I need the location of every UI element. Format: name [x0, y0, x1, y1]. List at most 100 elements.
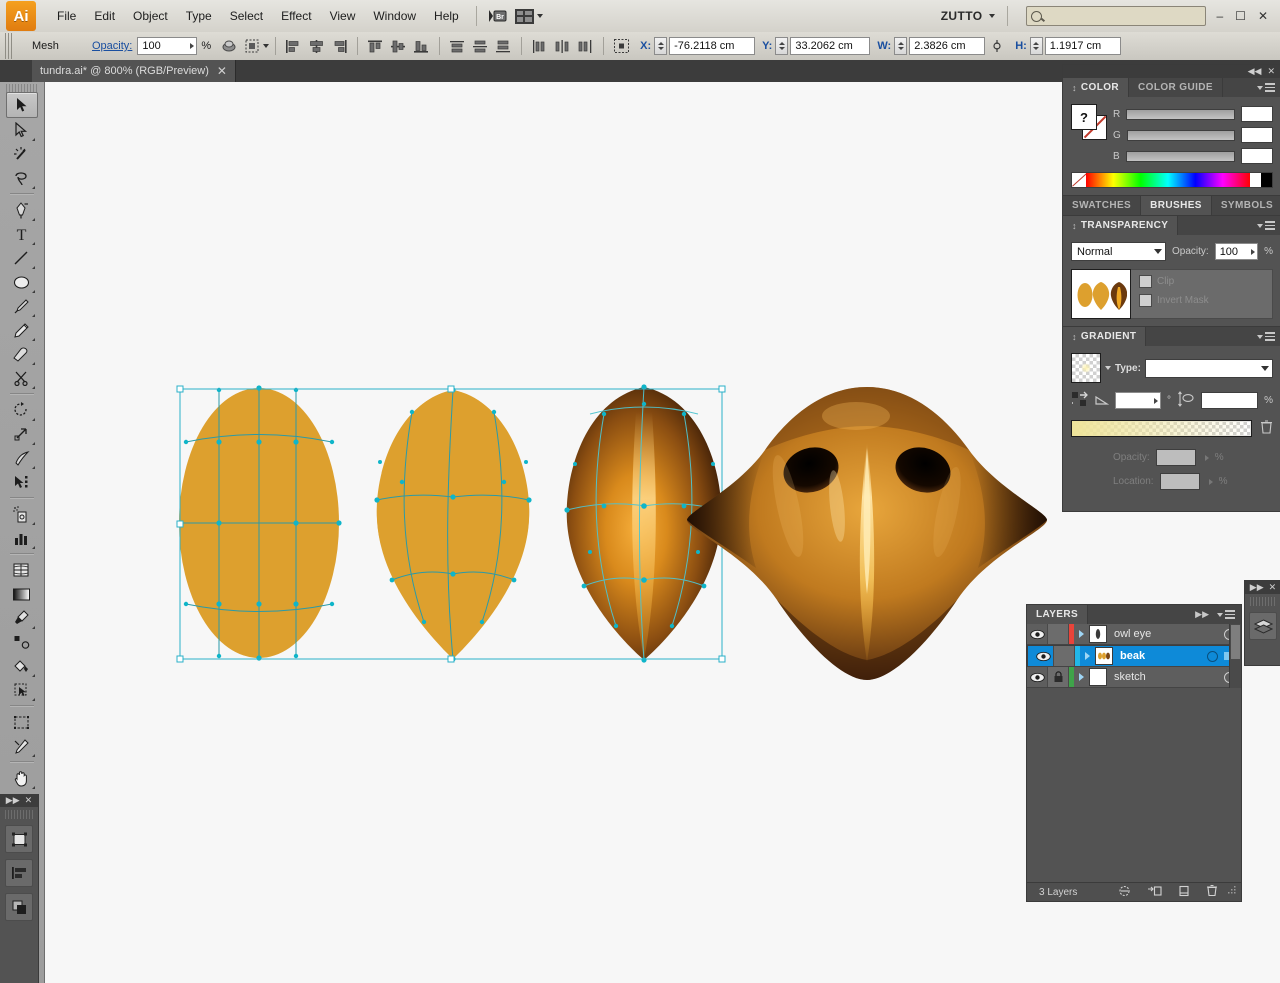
isolate-blending-icon[interactable]	[241, 36, 262, 57]
x-stepper[interactable]	[654, 37, 668, 55]
width-tool[interactable]	[6, 446, 36, 470]
tab-brushes[interactable]: BRUSHES	[1141, 196, 1212, 215]
create-sublayer-icon[interactable]	[1139, 885, 1170, 900]
document-tab[interactable]: tundra.ai* @ 800% (RGB/Preview) ✕	[32, 60, 236, 82]
visibility-toggle-icon[interactable]	[1027, 629, 1047, 640]
maximize-button[interactable]: ☐	[1235, 9, 1246, 23]
tab-swatches[interactable]: SWATCHES	[1063, 196, 1142, 215]
resize-grip-icon[interactable]	[1228, 886, 1241, 898]
tab-symbols[interactable]: SYMBOLS	[1211, 196, 1280, 215]
menu-edit[interactable]: Edit	[85, 5, 124, 27]
close-button[interactable]: ✕	[1258, 9, 1268, 23]
distribute-left-button[interactable]	[529, 36, 550, 57]
control-bar-grip[interactable]	[5, 33, 13, 59]
live-paint-bucket-tool[interactable]	[6, 654, 36, 678]
workspace-switcher[interactable]: ZUTTO	[937, 7, 1000, 25]
align-bottom-button[interactable]	[411, 36, 432, 57]
h-field[interactable]: 1.1917 cm	[1044, 37, 1121, 55]
pen-tool[interactable]	[6, 198, 36, 222]
opacity-field[interactable]: 100	[137, 37, 198, 55]
eyedropper-tool[interactable]	[6, 606, 36, 630]
artboard-tool[interactable]	[6, 710, 36, 734]
collapse-dock-icon[interactable]: ◀◀	[1248, 66, 1262, 77]
expand-layer-icon[interactable]	[1079, 630, 1084, 638]
clip-option[interactable]: Clip	[1139, 275, 1272, 288]
gradient-preview-swatch[interactable]	[1071, 353, 1101, 383]
layer-name[interactable]: sketch	[1107, 671, 1224, 683]
menu-type[interactable]: Type	[177, 5, 221, 27]
final-beak-render[interactable]	[687, 387, 1047, 680]
menu-effect[interactable]: Effect	[272, 5, 320, 27]
lock-icon[interactable]	[1047, 667, 1069, 687]
type-tool[interactable]: T	[6, 222, 36, 246]
expand-dock-icon[interactable]: ▶▶	[1250, 582, 1264, 593]
layer-name[interactable]: beak	[1113, 650, 1207, 662]
close-icon[interactable]: ✕	[217, 65, 227, 77]
align-middle-vertical-button[interactable]	[388, 36, 409, 57]
layers-panel-menu-icon[interactable]: ▶▶	[1195, 605, 1241, 624]
distribute-center-horizontal-button[interactable]	[552, 36, 573, 57]
channel-value-b[interactable]	[1241, 148, 1273, 164]
y-stepper[interactable]	[775, 37, 789, 55]
visibility-toggle-icon[interactable]	[1027, 672, 1047, 683]
layers-stack-icon[interactable]	[1249, 612, 1277, 640]
minimize-button[interactable]: –	[1216, 9, 1223, 23]
live-paint-selection-tool[interactable]	[6, 678, 36, 702]
right-dock-grip[interactable]	[1250, 597, 1276, 606]
artboards-icon[interactable]	[5, 825, 33, 853]
visibility-toggle-icon[interactable]	[1033, 651, 1053, 662]
w-field[interactable]: 2.3826 cm	[909, 37, 986, 55]
target-circle-icon[interactable]	[1207, 650, 1218, 662]
symbol-sprayer-tool[interactable]	[6, 502, 36, 526]
layer-row-beak[interactable]: beak	[1027, 645, 1241, 667]
pathfinder-icon[interactable]	[5, 893, 33, 921]
column-graph-tool[interactable]	[6, 526, 36, 550]
distribute-center-vertical-button[interactable]	[470, 36, 491, 57]
expand-layer-icon[interactable]	[1085, 652, 1090, 660]
align-right-button[interactable]	[329, 36, 350, 57]
invert-mask-option[interactable]: Invert Mask	[1139, 294, 1272, 307]
free-transform-tool[interactable]	[6, 470, 36, 494]
tab-gradient[interactable]: ↕ GRADIENT	[1063, 327, 1147, 346]
lasso-tool[interactable]	[6, 166, 36, 190]
align-top-button[interactable]	[365, 36, 386, 57]
slice-tool[interactable]	[6, 734, 36, 758]
distribute-right-button[interactable]	[575, 36, 596, 57]
transparency-opacity-field[interactable]: 100	[1214, 243, 1259, 260]
hand-tool[interactable]	[6, 766, 36, 790]
delete-layer-icon[interactable]	[1198, 884, 1228, 900]
expand-dock-icon[interactable]: ▶▶	[6, 795, 20, 806]
gradient-aspect-field[interactable]	[1201, 392, 1259, 409]
opacity-label[interactable]: Opacity:	[92, 40, 132, 52]
layer-row-owl-eye[interactable]: owl eye	[1027, 624, 1241, 645]
channel-slider-r[interactable]	[1126, 108, 1235, 120]
distribute-bottom-button[interactable]	[493, 36, 514, 57]
lock-toggle[interactable]	[1047, 624, 1069, 644]
tab-color[interactable]: ↕ COLOR	[1063, 78, 1130, 97]
layer-name[interactable]: owl eye	[1107, 628, 1224, 640]
layers-scrollbar[interactable]	[1229, 624, 1241, 688]
blend-mode-select[interactable]: Normal	[1071, 242, 1166, 261]
channel-slider-g[interactable]	[1126, 129, 1235, 141]
opacity-mask-icon[interactable]	[218, 36, 239, 57]
menu-window[interactable]: Window	[364, 5, 425, 27]
mesh-ellipse-flat[interactable]	[176, 385, 342, 661]
chevron-down-icon[interactable]	[263, 44, 270, 48]
none-color-swatch[interactable]	[1072, 173, 1086, 187]
direct-selection-tool[interactable]	[6, 118, 36, 142]
delete-stop-icon[interactable]	[1260, 419, 1273, 437]
mask-thumbnail[interactable]: Clip Invert Mask	[1131, 269, 1273, 319]
close-dock-icon[interactable]: ✕	[25, 795, 33, 806]
mesh-teardrop-flat[interactable]	[374, 387, 532, 662]
object-thumbnail[interactable]	[1071, 269, 1131, 319]
distribute-top-button[interactable]	[447, 36, 468, 57]
layer-row-sketch[interactable]: sketch	[1027, 667, 1241, 688]
color-fill-swatch[interactable]: ?	[1071, 104, 1097, 130]
transform-proxy-icon[interactable]	[611, 36, 632, 57]
scale-tool[interactable]	[6, 422, 36, 446]
color-spectrum-bar[interactable]	[1071, 172, 1273, 188]
channel-slider-b[interactable]	[1125, 150, 1235, 162]
scissors-tool[interactable]	[6, 366, 36, 390]
menu-help[interactable]: Help	[425, 5, 468, 27]
create-new-layer-icon[interactable]	[1170, 885, 1198, 900]
